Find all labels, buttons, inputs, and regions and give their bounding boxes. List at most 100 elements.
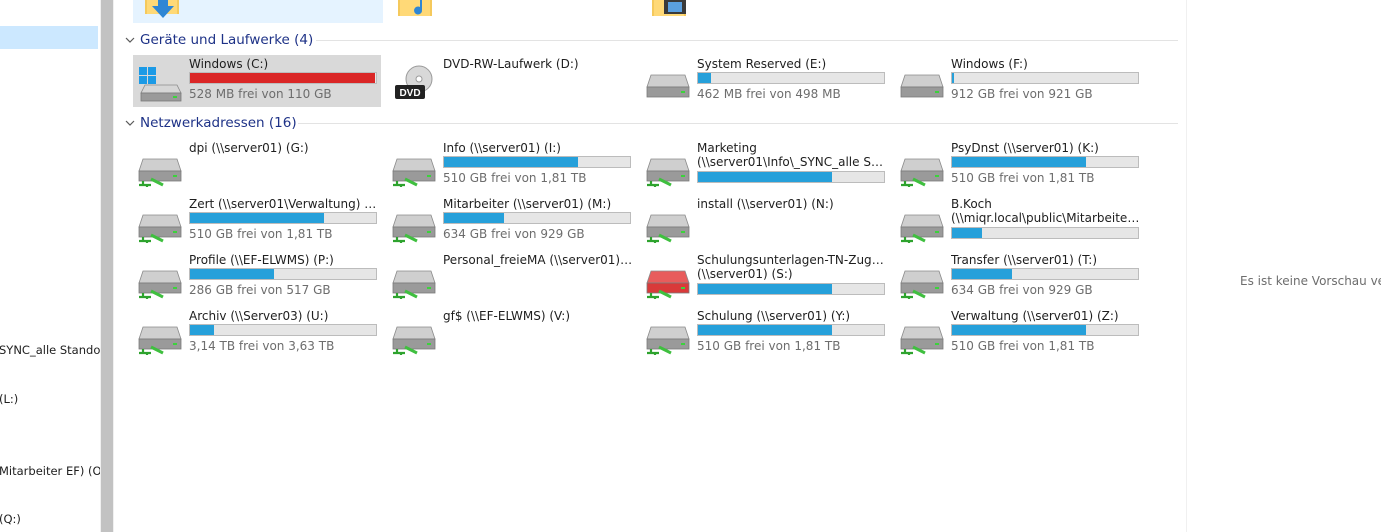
drive-name: Transfer (\\server01) (T:) [951,253,1098,267]
nav-item-l-drive[interactable]: (L:) [0,392,18,406]
drive-name: Profile (\\EF-ELWMS) (P:) [189,253,334,267]
drive-path: (\\server01\Info\_SYNC_alle Stan... [697,155,887,169]
drive-usage-bar [189,212,377,224]
drive-tile-profile-ef-elwms-p[interactable]: Profile (\\EF-ELWMS) (P:) 286 GB frei von… [133,251,381,303]
drive-usage-fill [698,284,832,294]
network-drive-icon [391,205,437,243]
nav-item-sync[interactable]: SYNC_alle Standort [0,343,100,357]
drive-tile-schulung-server01-y[interactable]: Schulung (\\server01) (Y:) 510 GB frei vo… [641,307,889,359]
drive-free-space: 462 MB frei von 498 MB [697,87,841,101]
network-drive-icon [137,149,183,187]
drive-tile-b-koch[interactable]: B.Koch (\\miqr.local\public\Mitarbeiter E… [895,195,1143,247]
music-folder-icon[interactable] [398,0,438,20]
network-drive-icon [899,149,945,187]
drive-tile-dpi-server01-g[interactable]: dpi (\\server01) (G:) [133,139,381,191]
drive-tile-install-server01-n[interactable]: install (\\server01) (N:) [641,195,889,247]
drive-free-space: 634 GB frei von 929 GB [443,227,585,241]
drive-usage-bar [189,72,377,84]
drive-usage-bar [697,171,885,183]
chevron-down-icon[interactable] [124,117,136,129]
drive-name: Windows (F:) [951,57,1028,71]
group-header-devices[interactable]: Geräte und Laufwerke (4) [124,31,313,49]
drive-name: Schulungsunterlagen-TN-Zugriff [697,253,887,267]
network-drive-icon [899,261,945,299]
nav-item-q-drive[interactable]: (Q:) [0,512,21,526]
drive-tile-transfer-server01-t[interactable]: Transfer (\\server01) (T:) 634 GB frei vo… [895,251,1143,303]
network-drive-icon [645,205,691,243]
drive-usage-bar [697,283,885,295]
drive-tile-archiv-server03-u[interactable]: Archiv (\\Server03) (U:) 3,14 TB frei von… [133,307,381,359]
network-drive-icon [137,205,183,243]
drive-tile-mitarbeiter-server01-m[interactable]: Mitarbeiter (\\server01) (M:) 634 GB frei… [387,195,635,247]
network-drive-icon [645,261,691,299]
drive-usage-bar [951,268,1139,280]
drive-free-space: 634 GB frei von 929 GB [951,283,1093,297]
drive-usage-bar [697,324,885,336]
drive-free-space: 510 GB frei von 1,81 TB [697,339,841,353]
drive-usage-bar [189,268,377,280]
drive-name: Archiv (\\Server03) (U:) [189,309,329,323]
drive-usage-bar [443,156,631,168]
drive-tile-info-server01-i[interactable]: Info (\\server01) (I:) 510 GB frei von 1,… [387,139,635,191]
drive-usage-bar [443,212,631,224]
drive-usage-fill [698,73,712,83]
drive-usage-fill [190,269,274,279]
group-title-devices: Geräte und Laufwerke (4) [140,32,314,48]
downloads-folder-icon[interactable] [145,0,185,20]
drive-tile-zert-server01-verwaltung-l[interactable]: Zert (\\server01\Verwaltung) (L:) 510 GB … [133,195,381,247]
drive-path: (\\miqr.local\public\Mitarbeiter E... [951,211,1141,225]
drive-usage-fill [952,269,1012,279]
drive-usage-fill [952,228,982,238]
drive-name: install (\\server01) (N:) [697,197,834,211]
nav-selected-item[interactable] [0,26,98,49]
drive-usage-bar [951,227,1139,239]
drive-usage-fill [952,73,954,83]
svg-text:DVD: DVD [399,88,420,99]
videos-folder-icon[interactable] [652,0,692,20]
drive-usage-fill [190,73,376,83]
drive-free-space: 912 GB frei von 921 GB [951,87,1093,101]
drive-tile-marketing[interactable]: Marketing (\\server01\Info\_SYNC_alle Sta… [641,139,889,191]
network-drive-icon [137,261,183,299]
hard-drive-icon [645,65,691,103]
drive-name: Windows (C:) [189,57,269,71]
windows-drive-icon [137,65,183,103]
drive-tile-dvd-rw-laufwerk-d[interactable]: DVD DVD-RW-Laufwerk (D:) [387,55,635,107]
drive-tile-gf-ef-elwms-v[interactable]: gf$ (\\EF-ELWMS) (V:) [387,307,635,359]
drive-tile-verwaltung-server01-z[interactable]: Verwaltung (\\server01) (Z:) 510 GB frei … [895,307,1143,359]
drive-usage-bar [951,72,1139,84]
drive-name: System Reserved (E:) [697,57,827,71]
drive-free-space: 510 GB frei von 1,81 TB [951,339,1095,353]
hard-drive-icon [899,65,945,103]
chevron-down-icon[interactable] [124,34,136,46]
network-drive-icon [645,149,691,187]
drive-usage-fill [952,325,1086,335]
drive-name: Zert (\\server01\Verwaltung) (L:) [189,197,379,211]
drive-usage-fill [698,172,832,182]
drive-usage-fill [190,213,324,223]
drive-tile-psydnst-server01-k[interactable]: PsyDnst (\\server01) (K:) 510 GB frei von… [895,139,1143,191]
drive-name: B.Koch [951,197,992,211]
drive-tile-windows-c[interactable]: Windows (C:) 528 MB frei von 110 GB [133,55,381,107]
drive-free-space: 528 MB frei von 110 GB [189,87,332,101]
network-drive-icon [391,149,437,187]
drive-usage-bar [697,72,885,84]
nav-item-o-drive[interactable]: Mitarbeiter EF) (O:) [0,464,100,478]
drive-name: dpi (\\server01) (G:) [189,141,309,155]
drive-tile-system-reserved-e[interactable]: System Reserved (E:) 462 MB frei von 498 … [641,55,889,107]
drive-usage-fill [698,325,832,335]
group-header-network[interactable]: Netzwerkadressen (16) [124,114,297,132]
drive-free-space: 510 GB frei von 1,81 TB [951,171,1095,185]
drive-free-space: 510 GB frei von 1,81 TB [443,171,587,185]
drive-tile-windows-f[interactable]: Windows (F:) 912 GB frei von 921 GB [895,55,1143,107]
drive-tile-schulungsunterlagen-tn-zugriff[interactable]: Schulungsunterlagen-TN-Zugriff (\\server0… [641,251,889,303]
drive-name: Verwaltung (\\server01) (Z:) [951,309,1119,323]
dvd-drive-icon: DVD [391,65,437,103]
drive-usage-bar [951,324,1139,336]
group-divider [316,40,1178,41]
drive-usage-bar [189,324,377,336]
drive-usage-bar [951,156,1139,168]
drive-name: Marketing [697,141,757,155]
drive-tile-personal-freiema-server01-q[interactable]: Personal_freieMA (\\server01) (Q:) [387,251,635,303]
nav-scrollbar-thumb[interactable] [101,0,113,532]
